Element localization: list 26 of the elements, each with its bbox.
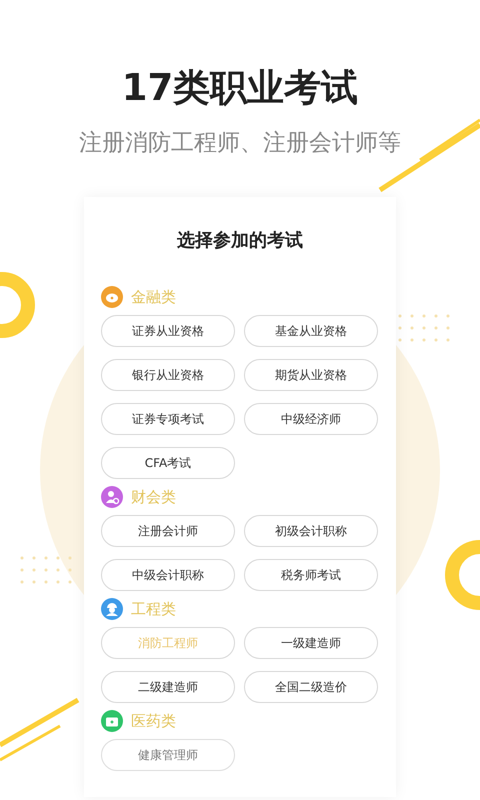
exam-button[interactable]: 中级经济师 <box>244 403 378 435</box>
exam-button[interactable]: 中级会计职称 <box>101 559 235 591</box>
category-icon <box>101 598 123 620</box>
exam-button[interactable]: 全国二级造价 <box>244 671 378 703</box>
category-label: 工程类 <box>131 600 176 618</box>
exam-button[interactable]: 税务师考试 <box>244 559 378 591</box>
category-label: 医药类 <box>131 712 176 730</box>
subtitle: 注册消防工程师、注册会计师等 <box>79 129 401 158</box>
exam-button[interactable]: 证券从业资格 <box>101 315 235 347</box>
exam-button[interactable]: 银行从业资格 <box>101 359 235 391</box>
card-title: 选择参加的考试 <box>176 229 304 253</box>
exam-button[interactable]: 一级建造师 <box>244 627 378 659</box>
category-icon <box>101 710 123 732</box>
exam-button[interactable]: 证券专项考试 <box>101 403 235 435</box>
category-label: 金融类 <box>131 288 176 306</box>
exam-button[interactable]: CFA考试 <box>101 447 235 479</box>
exam-button[interactable]: 初级会计职称 <box>244 515 378 547</box>
exam-button[interactable]: 注册会计师 <box>101 515 235 547</box>
category-label: 财会类 <box>131 488 176 506</box>
category-icon <box>101 486 123 508</box>
exam-button[interactable]: 二级建造师 <box>101 671 235 703</box>
exam-button[interactable]: 期货从业资格 <box>244 359 378 391</box>
headline: 17类职业考试 <box>122 65 358 111</box>
exam-button[interactable]: 基金从业资格 <box>244 315 378 347</box>
category-icon <box>101 286 123 308</box>
exam-button[interactable]: 健康管理师 <box>101 739 235 771</box>
